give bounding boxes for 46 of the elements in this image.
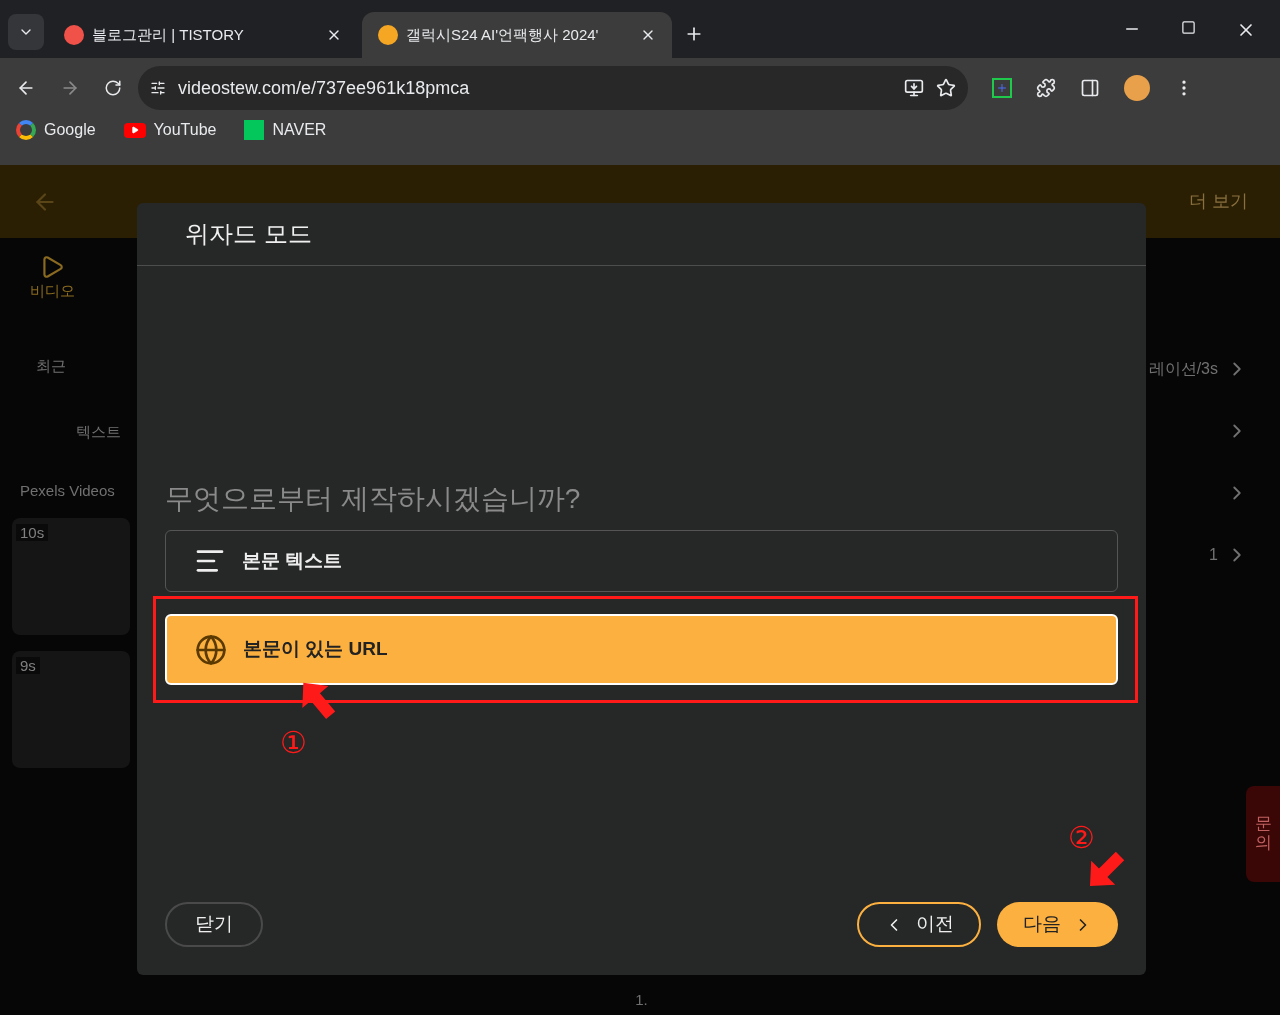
previous-button[interactable]: 이전 — [857, 902, 981, 947]
tab-title: 갤럭시S24 AI'언팩행사 2024' — [406, 24, 600, 45]
globe-icon — [195, 633, 227, 666]
side-panel-icon[interactable] — [1080, 78, 1100, 98]
site-icon — [64, 25, 84, 45]
next-button[interactable]: 다음 — [997, 902, 1118, 947]
url-text: videostew.com/e/737ee961k18pmca — [178, 76, 471, 100]
extensions-icon[interactable] — [1036, 78, 1056, 98]
n-logo-icon — [244, 120, 265, 140]
duration-label: 9s — [16, 657, 40, 674]
g-logo-icon — [16, 120, 36, 140]
help-tab[interactable]: 문의 — [1246, 786, 1280, 882]
page-number: 1. — [635, 989, 648, 1010]
option-button[interactable]: 본문 텍스트 — [165, 530, 1118, 592]
browser-tab[interactable]: 갤럭시S24 AI'언팩행사 2024' — [362, 12, 672, 58]
filter-tab[interactable]: 텍스트 — [12, 421, 137, 444]
reload-icon[interactable] — [104, 79, 122, 97]
duration-label: 10s — [16, 524, 49, 541]
option-button[interactable]: 본문이 있는 URL — [165, 614, 1118, 685]
bookmark-star-icon[interactable] — [936, 78, 956, 98]
step-marker: ② — [1068, 820, 1095, 856]
avatar-icon[interactable] — [1124, 75, 1150, 101]
sidebar-tab[interactable]: 비디오 — [29, 280, 75, 303]
tab-list-button[interactable] — [8, 14, 44, 50]
question-text: 무엇으로부터 제작하시겠습니까? — [165, 482, 582, 516]
bookmark-link[interactable]: NAVER — [244, 118, 327, 142]
scene-label: 1 — [1209, 545, 1218, 565]
source-select[interactable]: Pexels Videos — [12, 479, 137, 502]
address-bar[interactable]: videostew.com/e/737ee961k18pmca — [138, 66, 968, 110]
maximize-icon[interactable] — [1181, 20, 1196, 35]
extension-icon[interactable] — [992, 78, 1012, 98]
dialog-title: 위자드 모드 — [185, 219, 312, 249]
step-marker: ① — [280, 725, 307, 761]
bookmark-link[interactable]: Google — [16, 118, 96, 142]
site-icon — [378, 25, 398, 45]
tab-title: 블로그관리 | TISTORY — [92, 24, 245, 45]
install-icon[interactable] — [904, 78, 924, 98]
video-thumbnail[interactable]: 10s — [12, 518, 130, 635]
scene-label: 레이션/3s — [1148, 359, 1218, 379]
close-button[interactable]: 닫기 — [165, 902, 263, 947]
browser-tab[interactable]: 블로그관리 | TISTORY — [48, 12, 358, 58]
site-settings-icon[interactable] — [150, 80, 166, 96]
play-logo-icon — [123, 122, 146, 138]
video-thumbnail[interactable]: 9s — [12, 651, 130, 768]
bookmark-link[interactable]: YouTube — [123, 118, 217, 142]
filter-tab[interactable]: 최근 — [36, 354, 66, 377]
